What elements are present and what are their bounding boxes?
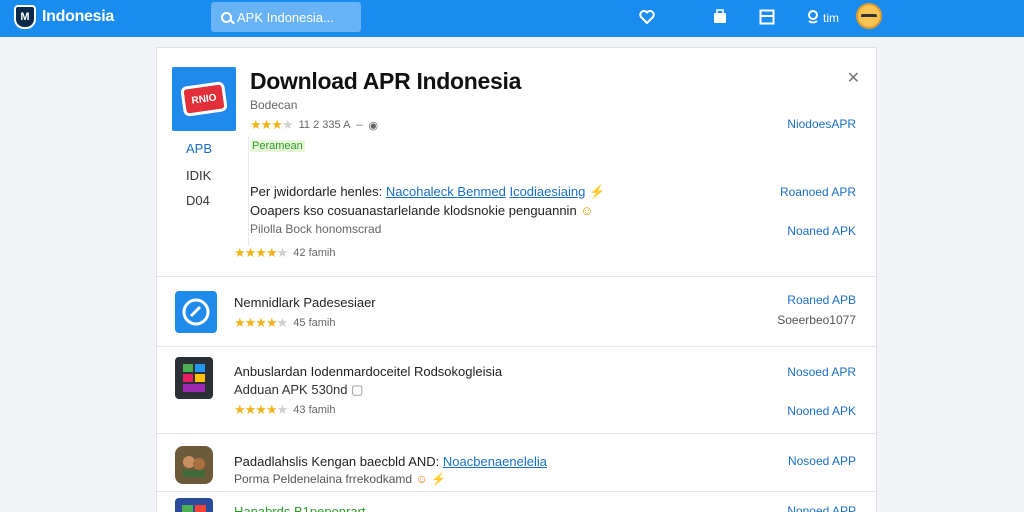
brand-logo-icon: M xyxy=(14,5,36,29)
rating-meta: 11 2 335 A xyxy=(298,119,351,131)
download-link[interactable]: Nonoed APP xyxy=(787,504,856,512)
row-subtitle: Porma Peldenelaina frrekodkamd ☺ ⚡ xyxy=(234,472,446,486)
star-rating-icon: ★★★★ xyxy=(250,117,294,132)
row-rating: ★★★★★ 43 famih xyxy=(234,402,335,418)
row-title-link[interactable]: Noacbenaenelelia xyxy=(443,454,547,469)
avatar-face-icon xyxy=(861,13,877,19)
rating-count: 45 famih xyxy=(293,317,336,329)
star-rating-icon: ★★★★★ xyxy=(234,402,288,417)
featured-rating: ★★★★ 11 2 335 A – ◉ xyxy=(250,117,378,133)
download-link[interactable]: Nosoed APR xyxy=(787,365,856,379)
star-rating-icon: ★★★★★ xyxy=(234,245,288,260)
desc-line2-text: Ooapers kso cosuanastarlelande klodsnoki… xyxy=(250,203,577,218)
row-subtitle-text: Porma Peldenelaina frrekodkamd xyxy=(234,472,413,486)
row-title[interactable]: Nemnidlark Padesesiaer xyxy=(234,295,376,310)
user-label[interactable]: tim xyxy=(823,11,839,25)
featured-description-line2: Ooapers kso cosuanastarlelande klodsnoki… xyxy=(250,203,594,218)
bolt-icon: ⚡ xyxy=(431,472,447,486)
search-icon xyxy=(221,11,232,23)
search-text: APK Indonesia... xyxy=(237,9,334,25)
featured-app-logo[interactable]: RNIO xyxy=(172,67,236,131)
app-icon[interactable] xyxy=(175,498,213,512)
row-rating: ★★★★★ 45 famih xyxy=(234,315,335,331)
globe-icon: ◉ xyxy=(368,119,379,132)
featured-description-line3: Pilolla Bock honomscrad xyxy=(250,222,382,236)
results-panel: ✕ RNIO APB IDIK D04 Download APR Indones… xyxy=(156,47,877,512)
row-title: Padadlahslis Kengan baecbld AND: Noacben… xyxy=(234,454,547,469)
desc-link-1[interactable]: Nacohaleck Benmed xyxy=(386,184,506,199)
row-title[interactable]: Anbuslardan Iodenmardoceitel Rodsokoglei… xyxy=(234,364,502,379)
list-item: Hanabrds B1peponrart Nonoed APP xyxy=(157,492,876,512)
heart-icon[interactable] xyxy=(638,8,656,26)
page-title: Download APR Indonesia xyxy=(250,68,522,94)
download-link-3[interactable]: Noaned APK xyxy=(787,224,856,238)
featured-app-logo-text: RNIO xyxy=(180,81,228,117)
download-link-1[interactable]: NiodoesAPR xyxy=(787,117,856,131)
list-item: Anbuslardan Iodenmardoceitel Rodsokoglei… xyxy=(157,347,876,434)
brand[interactable]: M Indonesia xyxy=(14,5,114,29)
cart-icon[interactable] xyxy=(711,8,729,26)
featured-subtitle: Bodecan xyxy=(250,98,298,112)
user-icon[interactable] xyxy=(804,8,822,26)
brand-name: Indonesia xyxy=(42,8,114,25)
divider xyxy=(248,136,249,246)
smile-icon: ☺ xyxy=(415,472,428,486)
app-icon[interactable] xyxy=(175,357,213,399)
row-subtitle-text: Adduan APK 530nd xyxy=(234,382,348,397)
smile-icon: ☺ xyxy=(580,203,594,218)
desc-link-2[interactable]: Icodiaesiaing xyxy=(509,184,585,199)
side-label-apk[interactable]: APB xyxy=(186,141,212,156)
list-item: Padadlahslis Kengan baecbld AND: Noacben… xyxy=(157,434,876,492)
download-link-alt[interactable]: Nooned APK xyxy=(787,404,856,418)
download-link[interactable]: Nosoed APP xyxy=(788,454,856,468)
copy-icon: ▢ xyxy=(351,382,364,397)
avatar[interactable] xyxy=(856,3,882,29)
featured-result: RNIO APB IDIK D04 Download APR Indonesia… xyxy=(157,48,876,277)
dash-separator: – xyxy=(356,119,363,131)
row-title-text: Padadlahslis Kengan baecbld AND: xyxy=(234,454,440,469)
featured-description-line1: Per jwidordarle henles: Nacohaleck Benme… xyxy=(250,184,605,200)
download-link-2[interactable]: Roanoed APR xyxy=(780,185,856,199)
rating-count: 43 famih xyxy=(293,404,336,416)
side-label-3: D04 xyxy=(186,193,210,208)
status-badge: Peramean xyxy=(250,140,305,152)
search-bar[interactable]: APK Indonesia... xyxy=(211,2,361,32)
top-bar: M Indonesia APK Indonesia... tim xyxy=(0,0,1024,37)
list-item: Nemnidlark Padesesiaer ★★★★★ 45 famih Ro… xyxy=(157,277,876,347)
star-rating-icon: ★★★★★ xyxy=(234,315,288,330)
desc-prefix: Per jwidordarle henles: xyxy=(250,184,383,199)
app-icon[interactable] xyxy=(175,291,217,333)
side-label-2: IDIK xyxy=(186,168,212,183)
row-subtitle: Adduan APK 530nd ▢ xyxy=(234,382,363,398)
row-title[interactable]: Hanabrds B1peponrart xyxy=(234,504,366,512)
featured-rating-2: ★★★★★ 42 famih xyxy=(234,245,335,261)
app-icon[interactable] xyxy=(175,446,213,484)
row-meta: Soeerbeo1077 xyxy=(777,313,856,327)
grid-icon[interactable] xyxy=(758,8,776,26)
fire-icon: ⚡ xyxy=(588,184,606,199)
download-link[interactable]: Roaned APB xyxy=(787,293,856,307)
rating-count: 42 famih xyxy=(293,247,336,259)
